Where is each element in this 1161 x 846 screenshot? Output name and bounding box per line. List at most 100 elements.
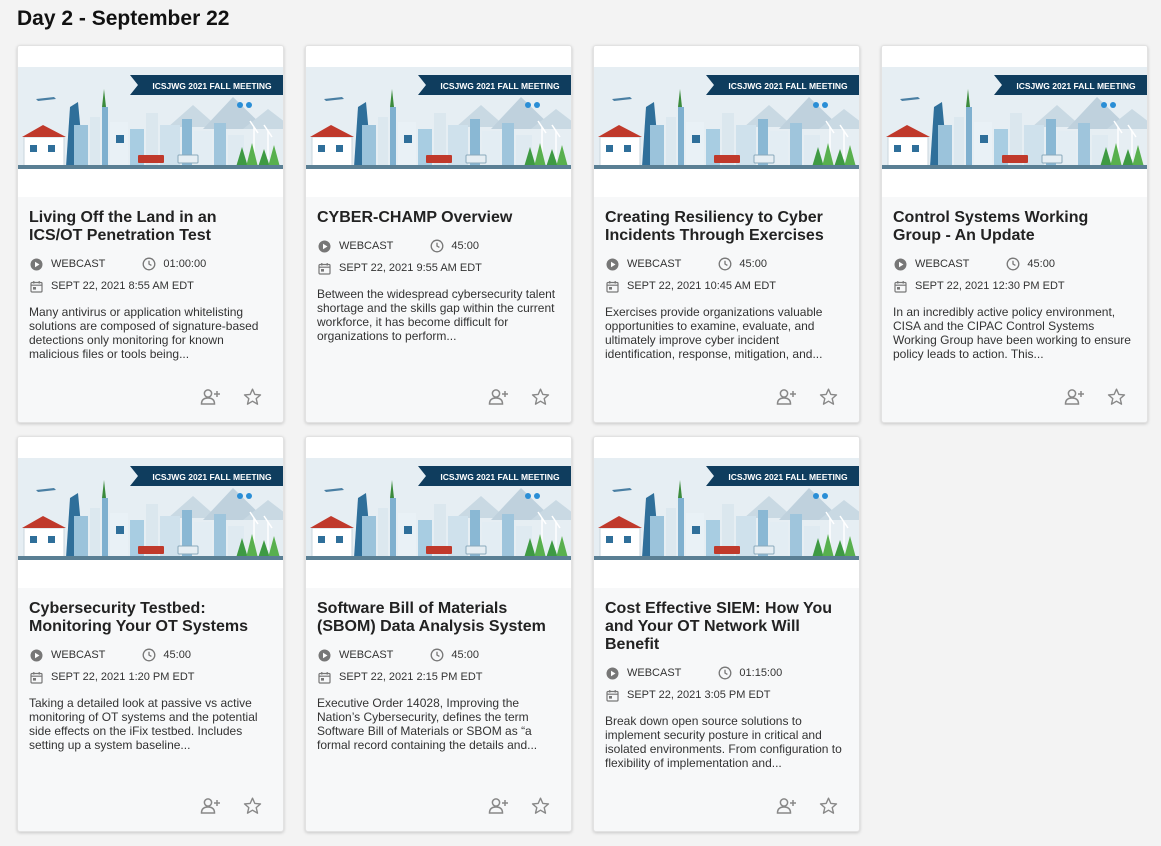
star-outline-icon[interactable]	[241, 795, 263, 817]
add-person-icon[interactable]	[199, 795, 221, 817]
event-banner-image: ICSJWG 2021 FALL MEETING	[306, 458, 571, 560]
session-duration: 45:00	[739, 258, 767, 270]
session-description: Between the widespread cybersecurity tal…	[317, 287, 556, 343]
session-date-row: SEPT 22, 2021 2:15 PM EDT	[317, 666, 560, 688]
session-duration: 45:00	[163, 649, 191, 661]
banner-text: ICSJWG 2021 FALL MEETING	[728, 472, 848, 482]
banner-text: ICSJWG 2021 FALL MEETING	[152, 81, 272, 91]
session-format-row: WEBCAST 45:00	[893, 253, 1136, 275]
session-card[interactable]: ICSJWG 2021 FALL MEETING	[593, 45, 860, 423]
session-datetime: SEPT 22, 2021 9:55 AM EDT	[339, 262, 482, 274]
session-duration: 01:15:00	[739, 667, 783, 679]
clock-icon	[429, 648, 444, 663]
clock-icon	[141, 648, 156, 663]
add-person-icon[interactable]	[199, 386, 221, 408]
star-outline-icon[interactable]	[1105, 386, 1127, 408]
calendar-icon	[893, 279, 908, 294]
session-datetime: SEPT 22, 2021 8:55 AM EDT	[51, 280, 194, 292]
session-format: WEBCAST	[51, 649, 106, 661]
star-outline-icon[interactable]	[529, 795, 551, 817]
session-format: WEBCAST	[627, 667, 682, 679]
calendar-icon	[317, 670, 332, 685]
session-banner: ICSJWG 2021 FALL MEETING	[882, 46, 1147, 197]
add-person-icon[interactable]	[775, 386, 797, 408]
session-card[interactable]: ICSJWG 2021 FALL MEETING	[593, 436, 860, 832]
play-circle-icon	[605, 666, 620, 681]
session-datetime: SEPT 22, 2021 10:45 AM EDT	[627, 280, 776, 292]
session-actions	[487, 386, 551, 408]
session-description: Taking a detailed look at passive vs act…	[29, 696, 258, 752]
session-title[interactable]: Cost Effective SIEM: How You and Your OT…	[605, 600, 848, 654]
play-circle-icon	[605, 257, 620, 272]
play-circle-icon	[29, 648, 44, 663]
play-circle-icon	[893, 257, 908, 272]
session-banner: ICSJWG 2021 FALL MEETING	[18, 437, 283, 588]
session-banner: ICSJWG 2021 FALL MEETING	[306, 46, 571, 197]
session-format: WEBCAST	[339, 240, 394, 252]
calendar-icon	[317, 261, 332, 276]
session-duration: 01:00:00	[163, 258, 207, 270]
session-datetime: SEPT 22, 2021 1:20 PM EDT	[51, 671, 195, 683]
session-date-row: SEPT 22, 2021 10:45 AM EDT	[605, 275, 848, 297]
event-banner-image: ICSJWG 2021 FALL MEETING	[18, 458, 283, 560]
calendar-icon	[605, 279, 620, 294]
banner-text: ICSJWG 2021 FALL MEETING	[152, 472, 272, 482]
session-card[interactable]: ICSJWG 2021 FALL MEETING	[17, 45, 284, 423]
session-duration: 45:00	[1027, 258, 1055, 270]
session-card[interactable]: ICSJWG 2021 FALL MEETING	[305, 436, 572, 832]
session-card[interactable]: ICSJWG 2021 FALL MEETING	[17, 436, 284, 832]
session-title[interactable]: CYBER-CHAMP Overview	[317, 209, 560, 227]
session-actions	[1063, 386, 1127, 408]
session-banner: ICSJWG 2021 FALL MEETING	[594, 46, 859, 197]
session-datetime: SEPT 22, 2021 2:15 PM EDT	[339, 671, 483, 683]
banner-text: ICSJWG 2021 FALL MEETING	[440, 472, 560, 482]
session-date-row: SEPT 22, 2021 8:55 AM EDT	[29, 275, 272, 297]
star-outline-icon[interactable]	[529, 386, 551, 408]
add-person-icon[interactable]	[487, 795, 509, 817]
session-format-row: WEBCAST 01:15:00	[605, 662, 848, 684]
clock-icon	[717, 666, 732, 681]
session-format-row: WEBCAST 45:00	[317, 644, 560, 666]
add-person-icon[interactable]	[1063, 386, 1085, 408]
session-grid: ICSJWG 2021 FALL MEETING Living Off the …	[17, 45, 1148, 832]
session-actions	[775, 795, 839, 817]
clock-icon	[717, 257, 732, 272]
session-title[interactable]: Software Bill of Materials (SBOM) Data A…	[317, 600, 560, 636]
banner-text: ICSJWG 2021 FALL MEETING	[440, 81, 560, 91]
session-card[interactable]: ICSJWG 2021 FALL MEETING	[305, 45, 572, 423]
star-outline-icon[interactable]	[817, 386, 839, 408]
session-format-row: WEBCAST 01:00:00	[29, 253, 272, 275]
session-title[interactable]: Control Systems Working Group - An Updat…	[893, 209, 1136, 245]
session-date-row: SEPT 22, 2021 1:20 PM EDT	[29, 666, 272, 688]
star-outline-icon[interactable]	[817, 795, 839, 817]
calendar-icon	[29, 670, 44, 685]
session-card[interactable]: ICSJWG 2021 FALL MEETING	[881, 45, 1148, 423]
session-duration: 45:00	[451, 649, 479, 661]
session-format: WEBCAST	[915, 258, 970, 270]
session-title[interactable]: Living Off the Land in an ICS/OT Penetra…	[29, 209, 272, 245]
session-actions	[487, 795, 551, 817]
add-person-icon[interactable]	[775, 795, 797, 817]
play-circle-icon	[317, 648, 332, 663]
banner-text: ICSJWG 2021 FALL MEETING	[728, 81, 848, 91]
page-title: Day 2 - September 22	[17, 7, 230, 30]
session-format: WEBCAST	[627, 258, 682, 270]
calendar-icon	[605, 688, 620, 703]
session-banner: ICSJWG 2021 FALL MEETING	[18, 46, 283, 197]
session-format-row: WEBCAST 45:00	[29, 644, 272, 666]
banner-text: ICSJWG 2021 FALL MEETING	[1016, 81, 1136, 91]
clock-icon	[429, 239, 444, 254]
play-circle-icon	[29, 257, 44, 272]
session-datetime: SEPT 22, 2021 3:05 PM EDT	[627, 689, 771, 701]
play-circle-icon	[317, 239, 332, 254]
add-person-icon[interactable]	[487, 386, 509, 408]
calendar-icon	[29, 279, 44, 294]
session-format: WEBCAST	[339, 649, 394, 661]
session-title[interactable]: Cybersecurity Testbed: Monitoring Your O…	[29, 600, 272, 636]
session-datetime: SEPT 22, 2021 12:30 PM EDT	[915, 280, 1065, 292]
session-actions	[199, 795, 263, 817]
session-title[interactable]: Creating Resiliency to Cyber Incidents T…	[605, 209, 848, 245]
star-outline-icon[interactable]	[241, 386, 263, 408]
session-actions	[775, 386, 839, 408]
clock-icon	[1005, 257, 1020, 272]
